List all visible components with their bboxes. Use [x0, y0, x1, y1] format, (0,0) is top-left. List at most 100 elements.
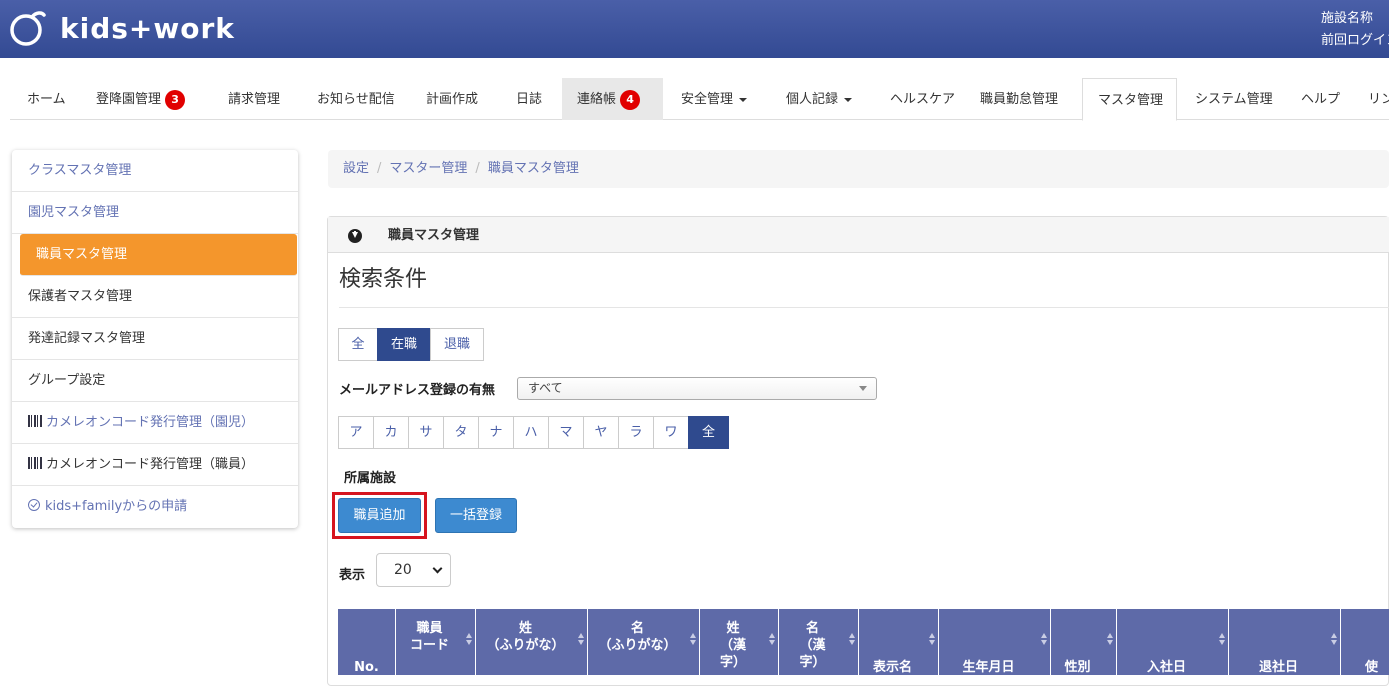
sidebar-item-label: クラスマスタ管理 — [28, 163, 132, 178]
app-header: kids+work 施設名称 前回ログイン — [0, 0, 1389, 58]
sidebar-item-code-staff[interactable]: カメレオンコード発行管理（職員） — [12, 444, 298, 486]
column-header-no[interactable]: No. — [338, 609, 396, 675]
nav-master[interactable]: マスタ管理 — [1082, 78, 1177, 121]
dropdown-arrow-icon — [859, 386, 867, 391]
page-size-label: 表示 — [339, 568, 366, 583]
status-filter: 全 在職 退職 — [338, 328, 484, 361]
sidebar-item-label: カメレオンコード発行管理（職員） — [46, 457, 255, 472]
facility-filter-label: 所属施設 — [344, 471, 397, 486]
kana-ka-button[interactable]: カ — [373, 416, 409, 449]
breadcrumb: 設定 / マスター管理 / 職員マスタ管理 — [328, 150, 1389, 188]
sidebar-item-family-requests[interactable]: kids+familyからの申請 — [12, 486, 298, 528]
column-header-birthdate[interactable]: 生年月日 — [939, 609, 1051, 675]
column-header-given-kana[interactable]: 名 （ふりがな） — [588, 609, 700, 675]
kana-filter: ア カ サ タ ナ ハ マ ヤ ラ ワ 全 — [338, 416, 729, 449]
logo[interactable]: kids+work — [8, 8, 235, 48]
nav-notice[interactable]: お知らせ配信 — [302, 78, 410, 120]
nav-staff-attendance[interactable]: 職員勤怠管理 — [965, 78, 1073, 120]
status-active-button[interactable]: 在職 — [377, 328, 431, 361]
nav-help[interactable]: ヘルプ — [1286, 78, 1355, 120]
nav-home[interactable]: ホーム — [12, 78, 81, 120]
nav-personal-record[interactable]: 個人記録 — [771, 78, 867, 120]
column-label: 名 （ふりがな） — [598, 621, 677, 653]
nav-link[interactable]: リン — [1353, 78, 1389, 120]
nav-billing[interactable]: 請求管理 — [213, 78, 295, 120]
check-circle-icon — [28, 499, 40, 511]
nav-label: 個人記録 — [786, 92, 839, 107]
nav-diary[interactable]: 日誌 — [501, 78, 557, 120]
nav-label: システム管理 — [1195, 92, 1273, 107]
nav-attendance[interactable]: 登降園管理 3 — [81, 78, 200, 120]
breadcrumb-item[interactable]: マスター管理 — [389, 161, 467, 176]
sidebar-item-staff-master[interactable]: 職員マスタ管理 — [20, 234, 297, 276]
kana-all-button[interactable]: 全 — [688, 416, 729, 449]
mail-filter-select[interactable]: すべて — [517, 377, 877, 400]
sidebar: クラスマスタ管理 園児マスタ管理 職員マスタ管理 保護者マスタ管理 発達記録マス… — [12, 150, 298, 528]
column-header-given-kanji[interactable]: 名 （漢 字） — [779, 609, 859, 675]
nav-healthcare[interactable]: ヘルスケア — [875, 78, 970, 120]
nav-label: 安全管理 — [681, 92, 734, 107]
sidebar-item-child-master[interactable]: 園児マスタ管理 — [12, 192, 298, 234]
sidebar-item-development-master[interactable]: 発達記録マスタ管理 — [12, 318, 298, 360]
nav-label: 職員勤怠管理 — [980, 92, 1059, 107]
column-header-use[interactable]: 使 — [1341, 609, 1389, 675]
nav-contact-book[interactable]: 連絡帳 4 — [562, 78, 663, 120]
facility-name: 施設名称 — [1321, 11, 1374, 26]
nav-label: 連絡帳 — [577, 92, 617, 107]
kana-ra-button[interactable]: ラ — [618, 416, 654, 449]
sidebar-item-class-master[interactable]: クラスマスタ管理 — [12, 150, 298, 192]
sidebar-item-code-children[interactable]: カメレオンコード発行管理（園児） — [12, 402, 298, 444]
status-retired-button[interactable]: 退職 — [430, 328, 484, 361]
column-label: 入社日 — [1146, 660, 1186, 675]
nav-label: 計画作成 — [426, 92, 479, 107]
column-header-staff-code[interactable]: 職員 コード — [396, 609, 476, 675]
column-header-display-name[interactable]: 表示名 — [859, 609, 939, 675]
download-circle-icon — [348, 229, 362, 243]
column-label: 使 — [1365, 660, 1379, 675]
barcode-icon — [28, 415, 42, 427]
add-staff-button[interactable]: 職員追加 — [338, 498, 421, 533]
breadcrumb-separator: / — [377, 161, 382, 176]
logo-icon — [10, 11, 46, 46]
breadcrumb-item[interactable]: 職員マスタ管理 — [488, 161, 579, 176]
sidebar-item-label: 発達記録マスタ管理 — [28, 331, 146, 346]
kana-wa-button[interactable]: ワ — [653, 416, 689, 449]
nav-system[interactable]: システム管理 — [1180, 78, 1288, 120]
panel-title: 職員マスタ管理 — [388, 228, 480, 243]
nav-plan[interactable]: 計画作成 — [411, 78, 493, 120]
column-header-leave-date[interactable]: 退社日 — [1229, 609, 1341, 675]
column-label: 表示名 — [872, 660, 912, 675]
kana-ha-button[interactable]: ハ — [513, 416, 549, 449]
sidebar-item-label: 職員マスタ管理 — [36, 247, 128, 262]
column-header-hire-date[interactable]: 入社日 — [1117, 609, 1229, 675]
status-all-button[interactable]: 全 — [338, 328, 378, 361]
sidebar-item-label: kids+familyからの申請 — [45, 499, 188, 514]
column-header-surname-kanji[interactable]: 姓 （漢 字） — [700, 609, 779, 675]
barcode-icon — [28, 457, 42, 469]
sidebar-item-guardian-master[interactable]: 保護者マスタ管理 — [12, 276, 298, 318]
kana-ya-button[interactable]: ヤ — [583, 416, 619, 449]
page-size-select[interactable]: 20 — [376, 553, 451, 587]
notification-badge: 4 — [620, 89, 641, 110]
sidebar-item-group-settings[interactable]: グループ設定 — [12, 360, 298, 402]
column-header-surname-kana[interactable]: 姓 （ふりがな） — [476, 609, 588, 675]
column-header-gender[interactable]: 性別 — [1051, 609, 1117, 675]
kana-na-button[interactable]: ナ — [478, 416, 514, 449]
nav-label: ヘルスケア — [890, 92, 956, 107]
breadcrumb-separator: / — [475, 161, 480, 176]
nav-label: 請求管理 — [228, 92, 281, 107]
kana-sa-button[interactable]: サ — [408, 416, 444, 449]
kana-a-button[interactable]: ア — [338, 416, 374, 449]
nav-safety[interactable]: 安全管理 — [666, 78, 762, 120]
bulk-register-button[interactable]: 一括登録 — [435, 498, 517, 533]
last-login: 前回ログイン — [1321, 33, 1389, 48]
page-size-value: 20 — [394, 562, 412, 578]
kana-ma-button[interactable]: マ — [548, 416, 584, 449]
kana-ta-button[interactable]: タ — [443, 416, 479, 449]
sidebar-item-label: カメレオンコード発行管理（園児） — [46, 415, 255, 430]
nav-label: リン — [1368, 92, 1389, 107]
breadcrumb-item[interactable]: 設定 — [343, 161, 369, 176]
mail-filter-label: メールアドレス登録の有無 — [339, 383, 496, 398]
panel-header[interactable]: 職員マスタ管理 — [328, 217, 1389, 253]
column-label: 姓 （ふりがな） — [486, 621, 565, 653]
